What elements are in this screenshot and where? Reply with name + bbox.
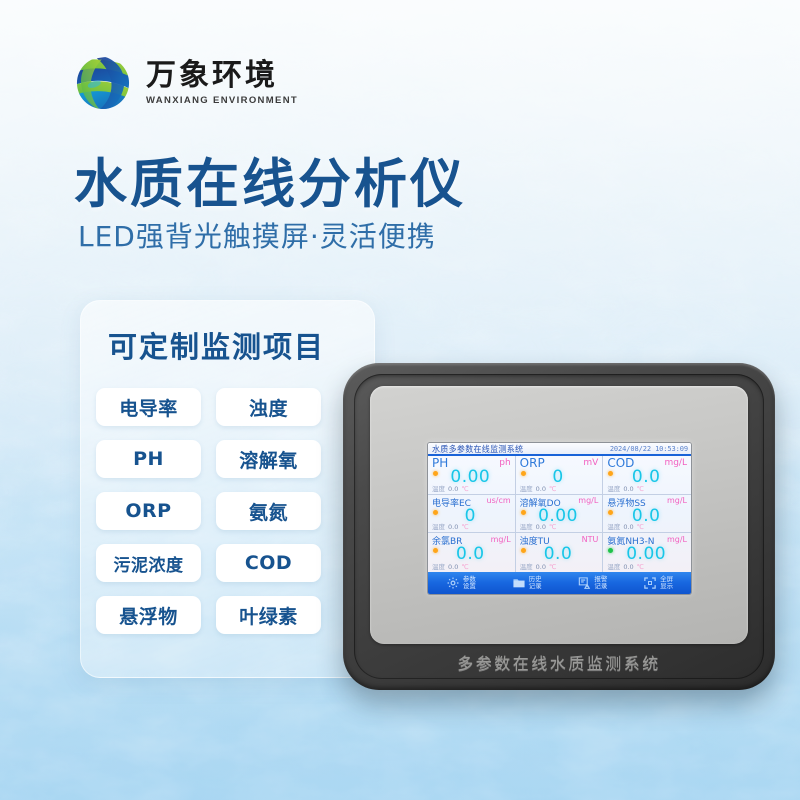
toolbar-button-parameter-settings[interactable]: 参数 设置 — [428, 572, 494, 594]
lcd-bottom-toolbar: 参数 设置 历史 记录 报警 记录 全屏 显示 — [428, 572, 691, 594]
cell-temperature: 温度 0.0 ℃ — [607, 563, 644, 571]
page-subtitle: LED强背光触摸屏·灵活便携 — [78, 220, 436, 253]
item-tag-sludge-concentration[interactable]: 污泥浓度 — [96, 544, 201, 582]
measurement-cell-ph[interactable]: PH ph 0.00 温度 0.0 ℃ — [428, 456, 516, 495]
item-tag-suspended-solids[interactable]: 悬浮物 — [96, 596, 201, 634]
lcd-title-bar: 水质多参数在线监测系统 2024/08/22 10:53:09 — [428, 443, 691, 456]
cell-temperature: 温度 0.0 ℃ — [607, 484, 644, 493]
measurement-cell-orp[interactable]: ORP mV 0 温度 0.0 ℃ — [515, 456, 604, 495]
fullscreen-icon — [644, 577, 656, 589]
cell-temperature: 温度 0.0 ℃ — [432, 484, 469, 493]
cell-temperature: 温度 0.0 ℃ — [607, 523, 644, 532]
item-tag-conductivity[interactable]: 电导率 — [96, 388, 201, 426]
alarm-document-icon — [579, 577, 591, 589]
cell-unit: mg/L — [578, 496, 599, 506]
device-caption: 多参数在线水质监测系统 — [457, 654, 661, 673]
items-panel-title: 可定制监测项目 — [108, 330, 326, 364]
cell-unit: mg/L — [666, 496, 687, 506]
globe-swirl-logo-icon — [76, 56, 130, 110]
measurement-cell-dissolved-oxygen[interactable]: 溶解氧DO mg/L 0.00 温度 0.0 ℃ — [515, 494, 604, 534]
measurement-cell-conductivity[interactable]: 电导率EC us/cm 0 温度 0.0 ℃ — [428, 494, 516, 534]
cell-temperature: 温度 0.0 ℃ — [519, 484, 557, 493]
item-tag-ammonia-nitrogen[interactable]: 氨氮 — [216, 492, 321, 530]
measurement-cell-turbidity[interactable]: 浊度TU NTU 0.0 温度 0.0 ℃ — [516, 533, 604, 572]
lcd-system-title: 水质多参数在线监测系统 — [432, 444, 524, 455]
item-tag-orp[interactable]: ORP — [96, 492, 201, 530]
item-tag-ph[interactable]: PH — [96, 440, 201, 478]
measurement-cell-residual-chlorine[interactable]: 余氯BR mg/L 0.0 温度 0.0 ℃ — [428, 533, 516, 572]
toolbar-button-label: 历史 记录 — [528, 574, 542, 590]
item-tag-chlorophyll[interactable]: 叶绿素 — [216, 596, 321, 634]
brand-logo: 万象环境 WANXIANG ENVIRONMENT — [72, 52, 298, 114]
item-tag-cod[interactable]: COD — [216, 544, 321, 582]
brand-name-cn: 万象环境 — [146, 57, 278, 93]
cell-unit: NTU — [581, 534, 599, 544]
cell-unit: us/cm — [486, 496, 511, 506]
folder-icon — [513, 579, 525, 588]
items-tag-grid: 电导率 浊度 PH 溶解氧 ORP 氨氮 污泥浓度 COD 悬浮物 叶绿素 — [96, 388, 361, 634]
cell-unit: mg/L — [666, 534, 687, 544]
measurement-cell-ammonia-nitrogen[interactable]: 氨氮NH3-N mg/L 0.00 温度 0.0 ℃ — [603, 533, 691, 572]
toolbar-button-label: 报警 记录 — [594, 574, 608, 590]
cell-temperature: 温度 0.0 ℃ — [519, 523, 557, 532]
device-lcd-screen[interactable]: 水质多参数在线监测系统 2024/08/22 10:53:09 PH ph 0.… — [427, 442, 692, 595]
measurement-cell-suspended-solids[interactable]: 悬浮物SS mg/L 0.0 温度 0.0 ℃ — [603, 495, 691, 534]
gear-icon — [447, 577, 459, 589]
cell-temperature: 温度 0.0 ℃ — [519, 563, 557, 571]
cell-unit: mg/L — [490, 534, 511, 544]
item-tag-dissolved-oxygen[interactable]: 溶解氧 — [216, 440, 321, 478]
poster-root: 万象环境 WANXIANG ENVIRONMENT 水质在线分析仪 LED强背光… — [0, 0, 800, 800]
item-tag-turbidity[interactable]: 浊度 — [216, 388, 321, 426]
page-title: 水质在线分析仪 — [74, 154, 466, 215]
lcd-timestamp: 2024/08/22 10:53:09 — [609, 444, 688, 453]
measurement-cell-cod[interactable]: COD mg/L 0.0 温度 0.0 ℃ — [603, 456, 691, 495]
toolbar-button-alarm-records[interactable]: 报警 记录 — [560, 572, 626, 594]
analyzer-device: 水质多参数在线监测系统 2024/08/22 10:53:09 PH ph 0.… — [343, 363, 775, 690]
toolbar-button-history-records[interactable]: 历史 记录 — [494, 572, 560, 594]
measurement-grid: PH ph 0.00 温度 0.0 ℃ ORP mV 0 温度 0.0 ℃ COD mg… — [428, 456, 691, 572]
cell-temperature: 温度 0.0 ℃ — [432, 563, 469, 571]
toolbar-button-label: 全屏 显示 — [660, 574, 674, 590]
toolbar-button-fullscreen[interactable]: 全屏 显示 — [625, 572, 691, 594]
toolbar-button-label: 参数 设置 — [462, 574, 476, 590]
cell-temperature: 温度 0.0 ℃ — [432, 523, 469, 532]
brand-name-en: WANXIANG ENVIRONMENT — [146, 95, 299, 107]
